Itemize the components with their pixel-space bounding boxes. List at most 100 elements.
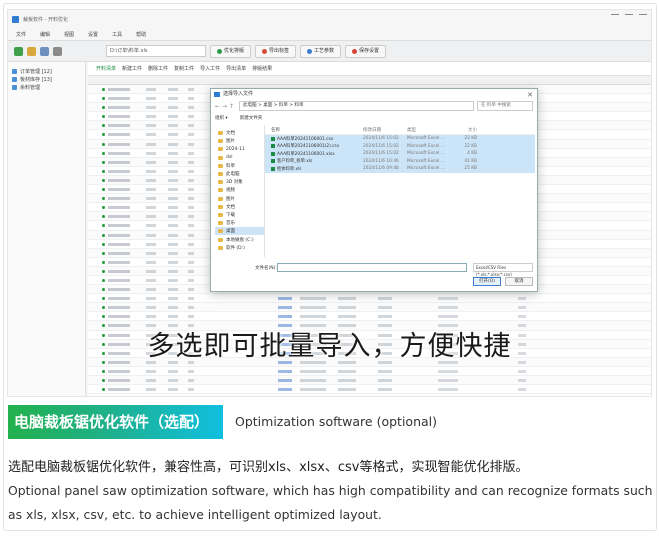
filename-label: 文件名(N):: [255, 266, 277, 271]
table-row[interactable]: [88, 385, 651, 395]
open-button[interactable]: 打开(O): [473, 277, 501, 286]
file-type: Microsoft Excel ...: [407, 151, 445, 157]
tab-new-part[interactable]: 新建工件: [122, 65, 142, 72]
nav-pane-label: 图片: [226, 196, 235, 202]
table-cell: [108, 369, 130, 373]
nav-pane-item[interactable]: 下载: [215, 211, 264, 219]
optimize-button[interactable]: 优化排版: [210, 44, 252, 58]
nav-pane-item[interactable]: 图片: [215, 195, 264, 203]
status-dot-icon: [102, 188, 105, 192]
filename-input[interactable]: [277, 263, 467, 272]
col-name[interactable]: 名称: [265, 127, 363, 133]
dialog-path-field[interactable]: 此电脑 > 桌面 > 料单 > 料单: [239, 101, 474, 111]
optimize-label: 优化排版: [224, 47, 245, 54]
nav-pane-item[interactable]: 2024-11: [215, 145, 264, 153]
table-cell: [188, 88, 194, 91]
tab-delete-part[interactable]: 删除工件: [148, 65, 168, 72]
dialog-search-input[interactable]: 在 料单 中搜索: [477, 101, 533, 111]
nav-pane-item[interactable]: 桌面: [215, 227, 264, 236]
col-type[interactable]: 类型: [407, 127, 449, 133]
file-name-cell: 柜体料单.xls: [265, 166, 363, 172]
table-cell: [146, 306, 156, 310]
file-row[interactable]: 柜体料单.xls 2024/11/6 09:48 Microsoft Excel .…: [265, 165, 535, 173]
tab-cut-list[interactable]: 开料清单: [96, 65, 116, 72]
close-icon[interactable]: [639, 14, 647, 20]
menu-item[interactable]: 设置: [88, 31, 98, 38]
save-icon[interactable]: [40, 46, 49, 56]
nav-pane-item[interactable]: 图片: [215, 137, 264, 145]
nav-pane-label: 软件 (D:): [226, 245, 245, 251]
table-row[interactable]: [88, 376, 651, 386]
col-date[interactable]: 修改日期: [363, 127, 407, 133]
tree-label: 订单管理 [12]: [20, 68, 52, 75]
table-cell: [168, 178, 178, 182]
maximize-icon[interactable]: [625, 14, 633, 20]
nav-pane-item[interactable]: 音乐: [215, 219, 264, 227]
tree-item[interactable]: 订单管理 [12]: [12, 67, 81, 75]
save-settings-button[interactable]: 保存设置: [345, 44, 387, 58]
minimize-icon[interactable]: [611, 14, 619, 20]
menu-item[interactable]: 视图: [64, 31, 74, 38]
col-size[interactable]: 大小: [449, 127, 477, 133]
organize-button[interactable]: 组织 ▾: [215, 115, 228, 121]
file-name-cell: 客户料单_拆单.xls: [265, 158, 363, 164]
nav-pane-item[interactable]: 视频: [215, 186, 264, 194]
file-date: 2024/11/6 15:02: [363, 143, 399, 149]
open-icon[interactable]: [27, 46, 36, 56]
table-cell: [108, 169, 130, 173]
tree-item[interactable]: 板材库存 [13]: [12, 75, 81, 83]
cancel-button[interactable]: 取消: [505, 277, 533, 286]
table-cell: [188, 224, 194, 228]
menu-item[interactable]: 工具: [112, 31, 122, 38]
tree-item[interactable]: 余料管理: [12, 83, 81, 91]
dialog-close-icon[interactable]: ✕: [527, 90, 533, 101]
menu-item[interactable]: 帮助: [136, 31, 146, 38]
nav-pane-item[interactable]: 文档: [215, 203, 264, 211]
file-row[interactable]: AAA料单20241106001.csv 2024/11/6 15:02 Micro…: [265, 135, 535, 143]
table-row[interactable]: [88, 312, 651, 322]
nav-pane-item[interactable]: dsl: [215, 154, 264, 162]
table-cell: [168, 188, 178, 192]
nav-pane-item[interactable]: 3D 对象: [215, 178, 264, 186]
nav-pane-item[interactable]: 软件 (D:): [215, 244, 264, 252]
table-cell: [168, 315, 178, 319]
nav-pane-item[interactable]: 文档: [215, 129, 264, 137]
nav-pane-item[interactable]: 本地磁盘 (C:): [215, 235, 264, 243]
file-row[interactable]: 客户料单_拆单.xls 2024/11/6 10:46 Microsoft Exce…: [265, 157, 535, 165]
filetype-select[interactable]: Excel/CSV Files (*.xls;*.xlsx;*.csv): [473, 263, 533, 277]
table-cell: [146, 288, 156, 292]
table-cell: [378, 388, 392, 392]
menu-item[interactable]: 文件: [16, 31, 26, 38]
nav-arrows-icon[interactable]: ←→↑: [215, 103, 236, 110]
new-icon[interactable]: [14, 46, 23, 56]
table-row[interactable]: [88, 294, 651, 304]
file-size: 22 KB: [464, 143, 477, 149]
nav-pane-item[interactable]: 料单: [215, 162, 264, 170]
nav-pane-label: dsl: [226, 155, 233, 161]
tab-copy-part[interactable]: 复制工件: [174, 65, 194, 72]
tab-layout-result[interactable]: 排版结果: [252, 65, 272, 72]
file-row[interactable]: AAA料单20241106001(2).csv 2024/11/6 15:02 Mi…: [265, 142, 535, 150]
export-labels-button[interactable]: 导出标签: [255, 44, 297, 58]
table-cell: [108, 288, 130, 292]
file-row[interactable]: AAA料单20241106001.xlsx 2024/11/6 15:02 Micr…: [265, 150, 535, 158]
table-cell: [438, 388, 458, 392]
tab-import-part[interactable]: 导入工件: [200, 65, 220, 72]
table-row[interactable]: [88, 367, 651, 376]
table-cell: [168, 306, 178, 310]
table-cell: [438, 297, 458, 301]
excel-file-icon: [271, 144, 275, 149]
menu-item[interactable]: 编辑: [40, 31, 50, 38]
process-params-button[interactable]: 工艺参数: [300, 44, 342, 58]
feature-badge: 电脑裁板锯优化软件（选配）: [8, 405, 224, 439]
file-date: 2024/11/6 10:46: [363, 158, 399, 164]
print-icon[interactable]: [53, 46, 62, 56]
nav-pane-label: 视频: [226, 188, 235, 194]
file-path-field[interactable]: D:\订单\料单.xls: [106, 45, 206, 57]
nav-pane-item[interactable]: 此电脑: [215, 170, 264, 178]
table-row[interactable]: [88, 303, 651, 313]
folder-icon: [218, 245, 223, 250]
tab-export-list[interactable]: 导出清单: [226, 65, 246, 72]
new-folder-button[interactable]: 新建文件夹: [240, 115, 263, 121]
status-dot-icon: [102, 288, 105, 292]
